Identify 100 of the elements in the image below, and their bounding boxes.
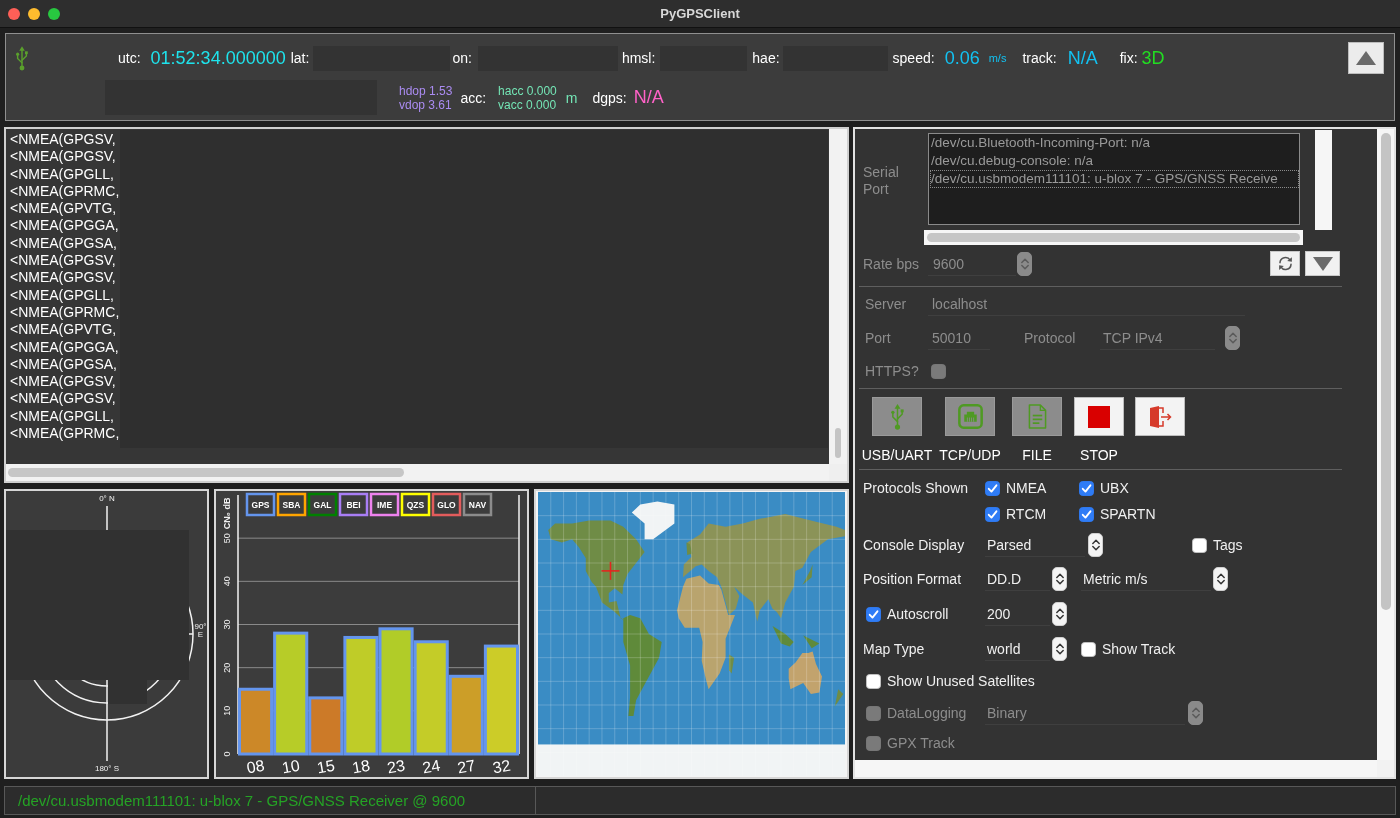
checkbox-label[interactable]: Show Track bbox=[1102, 641, 1176, 657]
checkbox[interactable] bbox=[1192, 537, 1207, 553]
axis-tick-label: 0 bbox=[222, 751, 233, 757]
axis-tick-label: 08 bbox=[245, 756, 266, 777]
accuracy-reading: hacc 0.000 bbox=[498, 83, 557, 98]
vertical-scrollbar[interactable] bbox=[1315, 130, 1332, 230]
axis-tick-label: 10 bbox=[280, 756, 301, 777]
spinbox-field[interactable]: Metric m/s bbox=[1081, 567, 1211, 591]
axis-tick-label: 32 bbox=[491, 756, 512, 777]
exit-button[interactable] bbox=[1135, 397, 1185, 436]
document-icon bbox=[1027, 404, 1047, 429]
button-caption: TCP/UDP bbox=[939, 447, 1001, 463]
readout-label: on: bbox=[452, 50, 472, 66]
readout-value: 0.06 bbox=[944, 47, 980, 69]
legend-item: GLO bbox=[431, 492, 462, 517]
unit-label: m/s bbox=[988, 52, 1007, 64]
checkbox-label[interactable]: Autoscroll bbox=[887, 606, 949, 622]
zoom-button[interactable] bbox=[48, 7, 60, 20]
console-line: <NMEA(GPGGA, bbox=[10, 217, 120, 235]
field-label: Map Type bbox=[863, 641, 926, 657]
console-line: <NMEA(GPGLL, bbox=[10, 165, 115, 183]
minimize-button[interactable] bbox=[28, 7, 40, 20]
scrollbar-thumb[interactable] bbox=[835, 428, 841, 458]
spinbox-field[interactable]: 200 bbox=[985, 602, 1050, 626]
stepper-button[interactable] bbox=[1213, 567, 1228, 591]
stepper-button[interactable] bbox=[1088, 533, 1103, 557]
axis-tick-label: 20 bbox=[222, 662, 233, 673]
triangle-up-icon bbox=[1356, 51, 1376, 65]
legend-item: SBA bbox=[276, 492, 307, 517]
console-line: <NMEA(GPGSV, bbox=[10, 148, 117, 166]
checkbox[interactable] bbox=[985, 506, 1000, 522]
console-line: <NMEA(GPRMC, bbox=[10, 303, 121, 322]
checkbox-label[interactable]: Show Unused Satellites bbox=[887, 673, 1035, 689]
scrollbar-thumb[interactable] bbox=[1381, 133, 1391, 610]
status-text: /dev/cu.usbmodem111101: u-blox 7 - GPS/GNSS Receiver @ 9600 bbox=[18, 792, 466, 809]
axis-tick-label: 30 bbox=[222, 619, 233, 630]
scrollbar-thumb[interactable] bbox=[8, 468, 404, 477]
checkbox-label[interactable]: UBX bbox=[1100, 480, 1129, 496]
console-line: <NMEA(GPRMC, bbox=[10, 182, 121, 201]
chevron-up-down-icon bbox=[1020, 257, 1029, 270]
vertical-scrollbar[interactable] bbox=[1377, 129, 1394, 760]
checkbox[interactable] bbox=[985, 480, 1000, 496]
readout-label: speed: bbox=[892, 50, 935, 66]
readout-value: N/A bbox=[1067, 47, 1098, 69]
console-line: <NMEA(GPGSV, bbox=[10, 269, 117, 287]
field-label: Server bbox=[865, 296, 908, 312]
legend-item: IME bbox=[369, 492, 400, 517]
axis-tick-label: 50 bbox=[222, 533, 233, 544]
console-line: <NMEA(GPGLL, bbox=[10, 407, 115, 426]
axis-title: CN₀ dB bbox=[222, 497, 233, 530]
readout-label: hae: bbox=[752, 50, 780, 66]
stepper-button[interactable] bbox=[1052, 567, 1067, 591]
stop-icon bbox=[1088, 405, 1110, 428]
chevron-up-down-icon bbox=[1191, 707, 1200, 719]
refresh-icon bbox=[1276, 255, 1294, 272]
axis-tick-label: 15 bbox=[315, 756, 337, 777]
readout-label: fix: bbox=[1119, 50, 1138, 66]
ethernet-port-icon bbox=[957, 404, 983, 429]
checkbox-label[interactable]: Tags bbox=[1213, 537, 1243, 553]
legend-item: GAL bbox=[307, 492, 338, 517]
readout-label: track: bbox=[1022, 50, 1057, 66]
stop-button[interactable] bbox=[1074, 397, 1124, 436]
checkbox-label[interactable]: SPARTN bbox=[1100, 506, 1156, 522]
collapse-button[interactable] bbox=[1348, 42, 1384, 74]
checkbox[interactable] bbox=[866, 673, 881, 689]
axis-tick-label: 40 bbox=[222, 576, 233, 587]
chevron-up-down-icon bbox=[1216, 573, 1225, 585]
field-label: Console Display bbox=[863, 537, 966, 553]
field-label: HTTPS? bbox=[865, 363, 920, 379]
checkbox[interactable] bbox=[1079, 480, 1094, 496]
axis-tick-label: 27 bbox=[456, 756, 477, 777]
console-line: <NMEA(GPGSV, bbox=[10, 131, 117, 149]
console-line: <NMEA(GPRMC, bbox=[10, 425, 121, 443]
spinbox-field[interactable]: Parsed bbox=[985, 533, 1085, 557]
button-caption: USB/UART bbox=[861, 447, 933, 463]
checkbox[interactable] bbox=[1081, 641, 1096, 657]
exit-door-icon bbox=[1148, 404, 1172, 429]
field-label: Serial Port bbox=[863, 164, 900, 198]
field-label: Port bbox=[865, 330, 892, 346]
expand-button[interactable] bbox=[1305, 251, 1340, 276]
spinbox-field[interactable]: world bbox=[985, 637, 1050, 661]
axis-tick-label: 24 bbox=[421, 756, 442, 777]
spinbox-field[interactable]: DD.D bbox=[985, 567, 1050, 591]
stepper-button[interactable] bbox=[1052, 602, 1067, 626]
checkbox[interactable] bbox=[1079, 506, 1094, 522]
horizontal-scrollbar[interactable] bbox=[855, 760, 1377, 777]
console-line: <NMEA(GPVTG, bbox=[10, 321, 118, 339]
axis-tick-label: 23 bbox=[385, 756, 407, 777]
close-button[interactable] bbox=[8, 7, 20, 20]
checkbox-label[interactable]: NMEA bbox=[1006, 480, 1047, 496]
compass-label: 180° S bbox=[94, 764, 120, 773]
refresh-button[interactable] bbox=[1270, 251, 1300, 276]
checkbox[interactable] bbox=[866, 606, 881, 622]
readout-value: N/A bbox=[633, 87, 664, 108]
checkbox-label[interactable]: RTCM bbox=[1006, 506, 1047, 522]
legend-item: BEI bbox=[338, 492, 369, 517]
button-caption: STOP bbox=[1080, 447, 1118, 463]
axis-tick-label: 18 bbox=[350, 756, 372, 777]
stepper-button[interactable] bbox=[1052, 637, 1067, 661]
chevron-up-down-icon bbox=[1055, 573, 1064, 585]
